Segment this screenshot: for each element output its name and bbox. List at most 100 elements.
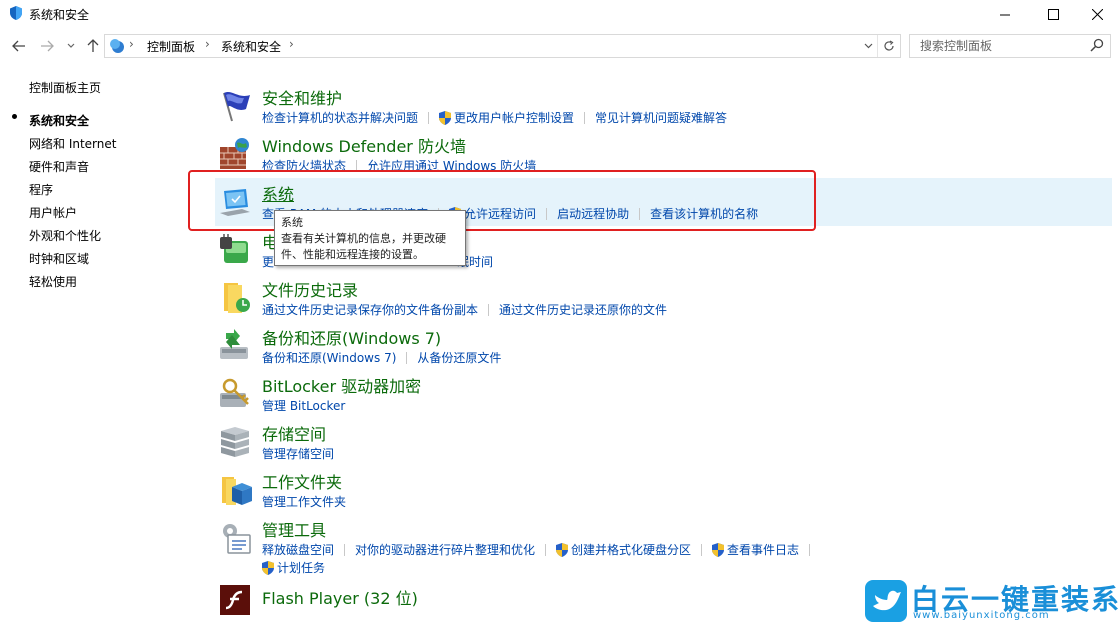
sidebar-item-user-accounts[interactable]: 用户帐户: [29, 204, 77, 221]
refresh-icon: [884, 40, 894, 51]
breadcrumb-separator[interactable]: ›: [289, 37, 294, 51]
search-icon[interactable]: [1090, 38, 1104, 52]
link-uac-settings[interactable]: 更改用户帐户控制设置: [454, 109, 574, 126]
tooltip-description: 查看有关计算机的信息，并更改硬件、性能和远程连接的设置。: [281, 232, 446, 261]
link-separator: [584, 111, 586, 124]
link-restore-files[interactable]: 通过文件历史记录还原你的文件: [499, 301, 667, 318]
maximize-icon: [1047, 8, 1059, 20]
category-title[interactable]: Flash Player (32 位): [262, 585, 418, 609]
link-separator: [488, 303, 490, 316]
category-title[interactable]: Windows Defender 防火墙: [262, 133, 466, 157]
sidebar-item-ease-of-access[interactable]: 轻松使用: [29, 273, 77, 290]
breadcrumb-separator[interactable]: ›: [129, 37, 134, 51]
uac-shield-icon: [556, 542, 569, 557]
category-file-history: 文件历史记录 通过文件历史记录保存你的文件备份副本 通过文件历史记录还原你的文件: [215, 274, 1112, 322]
admin-tools-icon: [223, 524, 251, 554]
category-title[interactable]: 备份和还原(Windows 7): [262, 325, 441, 349]
forward-button[interactable]: [38, 33, 56, 59]
sidebar-item-system-security[interactable]: 系统和安全: [29, 112, 89, 129]
category-title[interactable]: BitLocker 驱动器加密: [262, 373, 421, 397]
chevron-down-icon: [67, 43, 75, 48]
sidebar-item-programs[interactable]: 程序: [29, 181, 53, 198]
backup-restore-icon: [220, 329, 248, 359]
work-folders-icon: [222, 477, 252, 505]
navigation-bar: › 控制面板 › 系统和安全 ›: [0, 33, 1120, 59]
link-separator: [545, 543, 547, 556]
breadcrumb-control-panel[interactable]: 控制面板: [147, 38, 195, 55]
category-title[interactable]: 管理工具: [262, 517, 326, 541]
breadcrumb-separator[interactable]: ›: [205, 37, 210, 51]
sidebar-item-clock-region[interactable]: 时钟和区域: [29, 250, 89, 267]
storage-spaces-icon: [221, 427, 249, 457]
window-title: 系统和安全: [29, 8, 90, 22]
control-panel-icon: [10, 6, 22, 20]
link-partition[interactable]: 创建并格式化硬盘分区: [571, 541, 691, 558]
search-input[interactable]: [918, 37, 1087, 55]
link-troubleshoot[interactable]: 常见计算机问题疑难解答: [595, 109, 727, 126]
sidebar-item-appearance[interactable]: 外观和个性化: [29, 227, 101, 244]
category-security-maintenance: 安全和维护 检查计算机的状态并解决问题 更改用户帐户控制设置 常见计算机问题疑难…: [215, 82, 1112, 130]
category-storage-spaces: 存储空间 管理存储空间: [215, 418, 1112, 466]
active-indicator: [12, 114, 17, 119]
search-box: [909, 34, 1111, 58]
tooltip: 系统 查看有关计算机的信息，并更改硬件、性能和远程连接的设置。: [274, 210, 466, 266]
link-backup-restore[interactable]: 备份和还原(Windows 7): [262, 349, 396, 366]
minimize-icon: [999, 14, 1010, 15]
flash-player-icon: [220, 585, 250, 615]
link-manage-bitlocker[interactable]: 管理 BitLocker: [262, 397, 345, 414]
watermark-url: www.baiyunxitong.com: [913, 610, 1050, 621]
category-admin-tools: 管理工具 释放磁盘空间 对你的驱动器进行碎片整理和优化 创建并格式化硬盘分区 查…: [215, 514, 1112, 576]
uac-shield-icon: [439, 110, 452, 125]
category-title[interactable]: 安全和维护: [262, 85, 342, 109]
file-history-icon: [224, 283, 250, 313]
link-separator: [809, 543, 811, 556]
link-save-backup[interactable]: 通过文件历史记录保存你的文件备份副本: [262, 301, 478, 318]
uac-shield-icon: [262, 560, 274, 575]
tooltip-title: 系统: [281, 216, 303, 229]
link-task-scheduler[interactable]: 计划任务: [277, 559, 325, 576]
bitlocker-icon: [220, 378, 249, 407]
sidebar-item-network[interactable]: 网络和 Internet: [29, 135, 116, 152]
address-bar[interactable]: › 控制面板 › 系统和安全 ›: [104, 34, 901, 58]
link-separator: [406, 351, 408, 364]
category-title[interactable]: 存储空间: [262, 421, 326, 445]
link-separator: [428, 111, 430, 124]
link-check-status[interactable]: 检查计算机的状态并解决问题: [262, 109, 418, 126]
control-panel-icon: [110, 39, 124, 53]
firewall-icon: [220, 138, 249, 169]
sidebar-item-hardware-sound[interactable]: 硬件和声音: [29, 158, 89, 175]
category-bitlocker: BitLocker 驱动器加密 管理 BitLocker: [215, 370, 1112, 418]
minimize-button[interactable]: [982, 0, 1028, 28]
link-event-log[interactable]: 查看事件日志: [727, 541, 799, 558]
link-manage-work-folders[interactable]: 管理工作文件夹: [262, 493, 346, 510]
bird-logo-icon: [865, 580, 907, 622]
close-button[interactable]: [1074, 0, 1120, 28]
category-work-folders: 工作文件夹 管理工作文件夹: [215, 466, 1112, 514]
close-icon: [1091, 8, 1103, 20]
sidebar-home-link[interactable]: 控制面板主页: [29, 79, 101, 96]
link-disk-cleanup[interactable]: 释放磁盘空间: [262, 541, 334, 558]
category-title[interactable]: 工作文件夹: [262, 469, 342, 493]
link-restore-from-backup[interactable]: 从备份还原文件: [417, 349, 501, 366]
watermark: 白云一键重装系统 www.baiyunxitong.com: [865, 580, 1120, 622]
link-separator: [344, 543, 346, 556]
address-dropdown-button[interactable]: [860, 37, 876, 55]
category-backup-restore: 备份和还原(Windows 7) 备份和还原(Windows 7) 从备份还原文…: [215, 322, 1112, 370]
link-power-partial[interactable]: 更: [262, 253, 274, 270]
refresh-button[interactable]: [877, 35, 900, 57]
back-button[interactable]: [10, 33, 28, 59]
maximize-button[interactable]: [1030, 0, 1076, 28]
link-separator: [701, 543, 703, 556]
up-button[interactable]: [84, 33, 102, 59]
uac-shield-icon: [712, 542, 725, 557]
category-title[interactable]: 文件历史记录: [262, 277, 358, 301]
link-defragment[interactable]: 对你的驱动器进行碎片整理和优化: [355, 541, 535, 558]
breadcrumb-system-security[interactable]: 系统和安全: [221, 38, 281, 55]
link-manage-storage[interactable]: 管理存储空间: [262, 445, 334, 462]
recent-locations-button[interactable]: [64, 33, 78, 59]
power-battery-icon: [220, 234, 248, 263]
bird-logo-icon: [873, 590, 901, 611]
back-arrow-icon: [12, 40, 25, 52]
title-bar: 系统和安全: [0, 0, 1120, 28]
chevron-down-icon: [864, 43, 872, 49]
